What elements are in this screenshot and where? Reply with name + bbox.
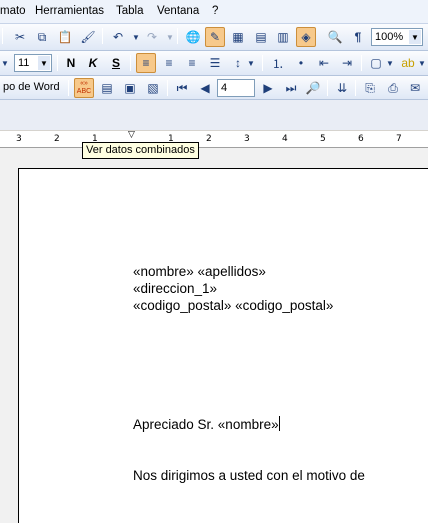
highlight-icon[interactable]: ab (398, 53, 418, 73)
bullets-icon[interactable]: • (291, 53, 311, 73)
menu-bar: mato Herramientas Tabla Ventana ? (0, 0, 428, 24)
zoom-value: 100% (375, 31, 404, 43)
merge-field-line: «codigo_postal» «codigo_postal» (133, 298, 334, 313)
menu-ayuda[interactable]: ? (212, 5, 218, 17)
document-page[interactable]: «nombre» «apellidos» «direccion_1» «codi… (18, 168, 428, 523)
drawing-icon[interactable]: ◈ (296, 27, 316, 47)
toolbar-separator (130, 55, 131, 71)
document-map-icon[interactable]: 🔍 (325, 27, 345, 47)
ruler-number: 6 (358, 134, 364, 144)
toolbar-dock-area (0, 100, 428, 130)
insert-table-icon[interactable]: ▦ (228, 27, 248, 47)
tooltip: Ver datos combinados (82, 142, 199, 159)
insert-merge-field-icon[interactable]: ▤ (97, 78, 117, 98)
decrease-indent-icon[interactable]: ⇤ (314, 53, 334, 73)
record-number-input[interactable]: 4 (217, 79, 255, 97)
chevron-down-icon[interactable]: ▼ (38, 56, 50, 70)
font-size-combo[interactable]: 11 ▼ (14, 54, 52, 72)
toolbar-separator (68, 80, 69, 96)
ruler-number: 3 (16, 134, 22, 144)
toolbar-separator (262, 55, 263, 71)
next-record-icon[interactable]: ▶ (258, 78, 278, 98)
borders-dropdown-icon[interactable]: ▼ (385, 53, 395, 73)
formatting-toolbar: ▼ 11 ▼ N K S ≡ ≡ ≡ ☰ ↕ ▼ ⒈ • ⇤ ⇥ ▢ ▼ ab … (0, 51, 428, 76)
toolbar-separator (57, 55, 58, 71)
merge-to-document-icon[interactable]: ⎘ (360, 78, 380, 98)
tables-borders-icon[interactable]: ✎ (205, 27, 225, 47)
main-document-type-label: po de Word (3, 81, 60, 93)
toolbar-separator (361, 55, 362, 71)
merge-field-line: «nombre» «apellidos» (133, 264, 266, 279)
toolbar-separator (327, 80, 328, 96)
align-right-icon[interactable]: ≡ (182, 53, 202, 73)
ruler-number: 5 (320, 134, 326, 144)
last-record-icon[interactable]: ⏭ (281, 78, 301, 98)
undo-icon[interactable]: ↶ (108, 27, 128, 47)
ruler-number: 3 (244, 134, 250, 144)
ruler-number: 2 (206, 134, 212, 144)
merge-field-line: «direccion_1» (133, 281, 218, 296)
view-merged-data-button[interactable]: «» ABC (74, 78, 94, 98)
ruler-number: 2 (54, 134, 60, 144)
line-spacing-dropdown-icon[interactable]: ▼ (246, 53, 256, 73)
greeting-text: Apreciado Sr. «nombre» (133, 417, 279, 432)
first-line-indent-icon[interactable]: ▽ (128, 129, 135, 140)
toolbar-separator (102, 28, 103, 44)
menu-tabla[interactable]: Tabla (116, 5, 144, 17)
cut-icon[interactable]: ✂ (10, 27, 30, 47)
font-dropdown-icon[interactable]: ▼ (0, 53, 10, 73)
line-spacing-icon[interactable]: ↕ (228, 53, 248, 73)
merge-to-printer-icon[interactable]: ⎙ (383, 78, 403, 98)
redo-icon[interactable]: ↷ (142, 27, 162, 47)
bold-button[interactable]: N (61, 53, 81, 73)
increase-indent-icon[interactable]: ⇥ (337, 53, 357, 73)
format-painter-icon[interactable]: 🖌 (78, 27, 98, 47)
ruler-number: 7 (396, 134, 402, 144)
text-cursor (278, 416, 280, 431)
menu-formato[interactable]: mato (0, 5, 26, 17)
font-size-value: 11 (18, 57, 30, 69)
numbering-icon[interactable]: ⒈ (268, 53, 288, 73)
match-fields-icon[interactable]: ▧ (143, 78, 163, 98)
columns-icon[interactable]: ▥ (273, 27, 293, 47)
merge-to-email-icon[interactable]: ✉ (405, 78, 425, 98)
horizontal-ruler[interactable]: 3 2 1 1 2 3 4 5 6 7 ▽ (0, 129, 428, 148)
zoom-combo[interactable]: 100% ▼ (371, 28, 423, 46)
borders-icon[interactable]: ▢ (366, 53, 386, 73)
highlight-merge-fields-icon[interactable]: ▣ (120, 78, 140, 98)
body-line: Nos dirigimos a usted con el motivo de (133, 468, 365, 483)
justify-icon[interactable]: ☰ (205, 53, 225, 73)
toolbar-separator (167, 80, 168, 96)
main-document-type-button[interactable]: po de Word ▼ (0, 79, 64, 97)
align-left-icon[interactable]: ≡ (136, 53, 156, 73)
menu-ventana[interactable]: Ventana (157, 5, 199, 17)
show-hide-icon[interactable]: ¶ (348, 27, 368, 47)
highlight-dropdown-icon[interactable]: ▼ (417, 53, 427, 73)
align-center-icon[interactable]: ≡ (159, 53, 179, 73)
toolbar-separator (177, 28, 178, 44)
check-errors-icon[interactable]: ⇊ (332, 78, 352, 98)
first-record-icon[interactable]: ⏮ (172, 78, 192, 98)
mail-merge-toolbar: po de Word ▼ «» ABC ▤ ▣ ▧ ⏮ ◀ 4 ▶ ⏭ 🔎 ⇊ … (0, 76, 428, 100)
underline-button[interactable]: S (106, 53, 126, 73)
toolbar-separator (2, 28, 3, 44)
ruler-number: 4 (282, 134, 288, 144)
chevron-down-icon[interactable]: ▼ (409, 30, 421, 44)
greeting-line: Apreciado Sr. «nombre» (133, 416, 280, 432)
toolbar-separator (355, 80, 356, 96)
menu-herramientas[interactable]: Herramientas (35, 5, 104, 17)
find-entry-icon[interactable]: 🔎 (303, 78, 323, 98)
record-number-value: 4 (221, 82, 228, 94)
insert-excel-icon[interactable]: ▤ (251, 27, 271, 47)
copy-icon[interactable]: ⧉ (32, 27, 52, 47)
hyperlink-icon[interactable]: 🌐 (183, 27, 203, 47)
paste-icon[interactable]: 📋 (55, 27, 75, 47)
standard-toolbar: ✂ ⧉ 📋 🖌 ↶ ▼ ↷ ▼ 🌐 ✎ ▦ ▤ ▥ ◈ 🔍 ¶ 100% ▼ (0, 24, 428, 51)
previous-record-icon[interactable]: ◀ (195, 78, 215, 98)
italic-button[interactable]: K (83, 53, 103, 73)
